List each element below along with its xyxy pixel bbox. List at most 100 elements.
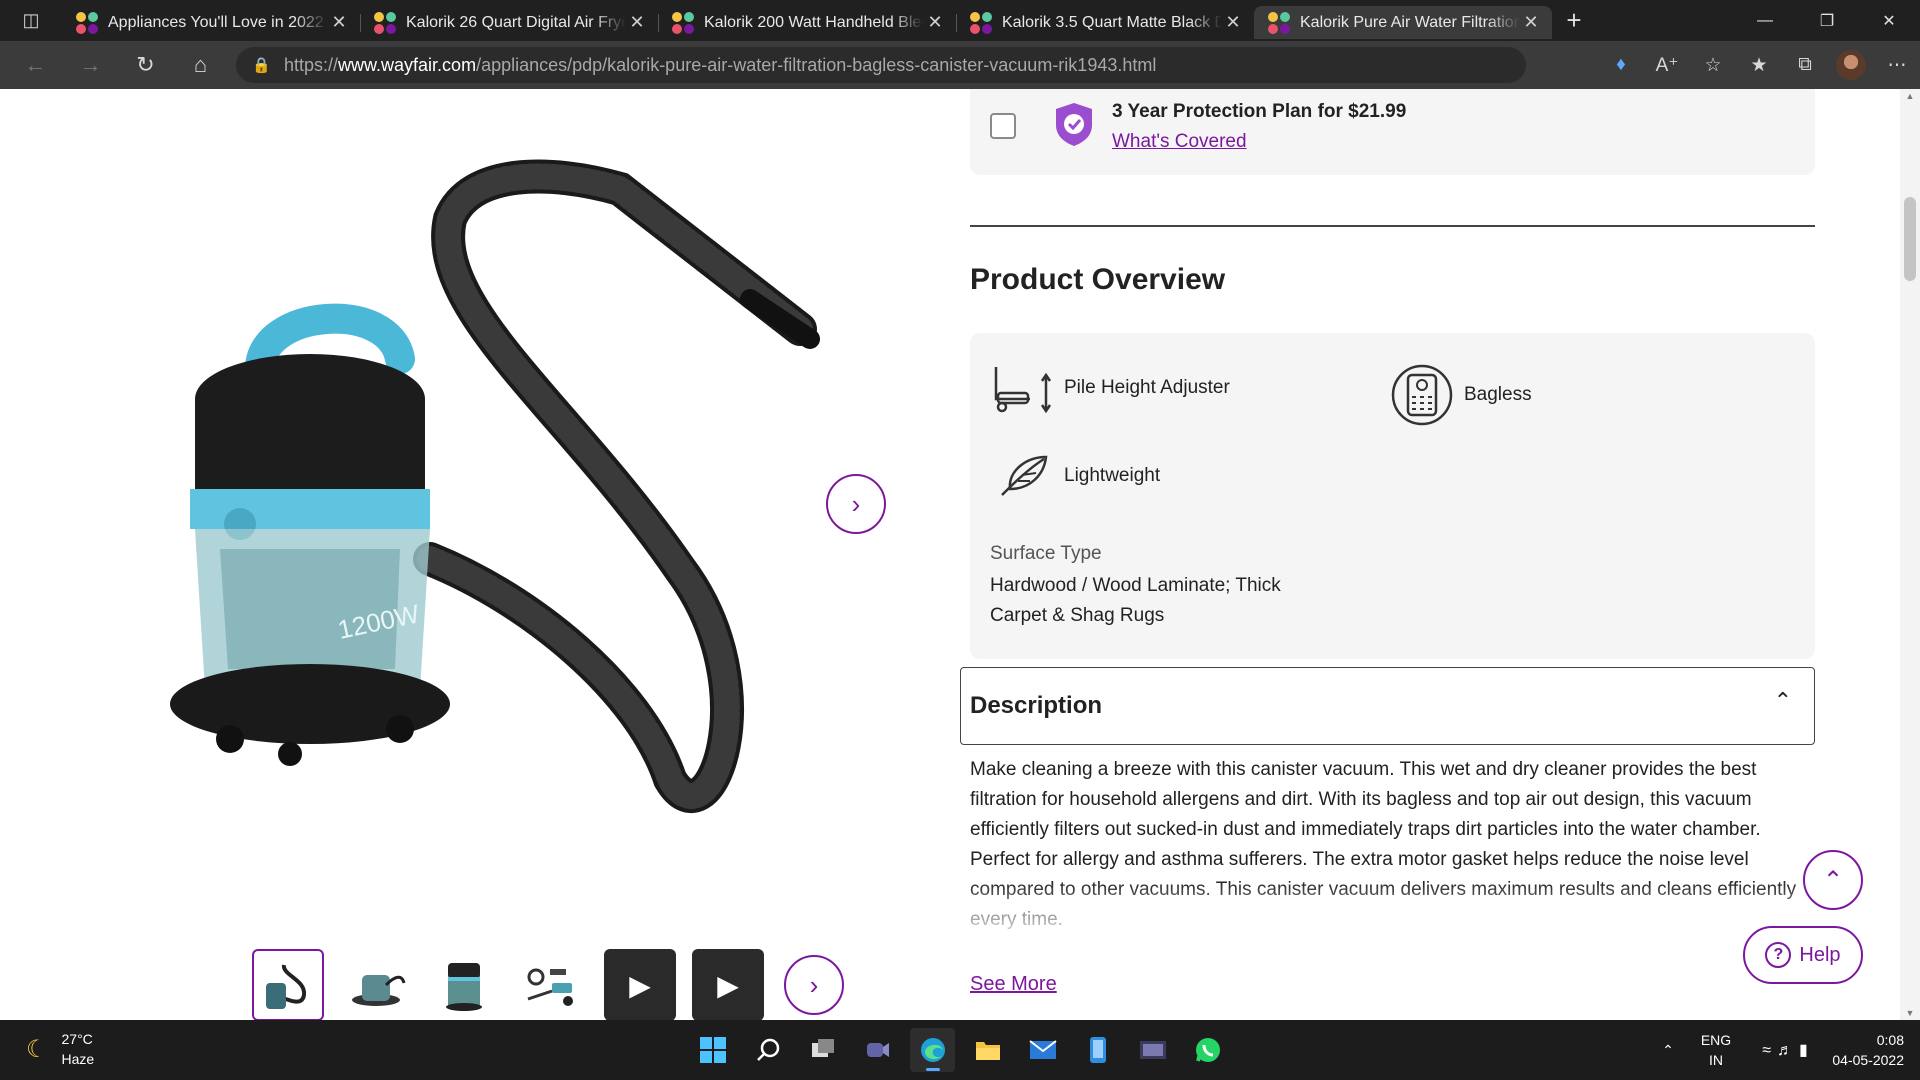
profile-avatar[interactable] (1836, 50, 1866, 80)
start-icon[interactable] (690, 1028, 735, 1072)
bagless-icon (1391, 364, 1453, 426)
app-window-icon[interactable] (1130, 1028, 1175, 1072)
help-label: Help (1799, 943, 1841, 966)
forward-icon[interactable]: → (63, 41, 118, 89)
feature-label: Lightweight (1064, 465, 1161, 486)
description-title: Description (970, 692, 1103, 719)
thumbnail-video-2[interactable]: ▶ (692, 949, 764, 1020)
task-view-icon[interactable] (800, 1028, 845, 1072)
product-overview-title: Product Overview (970, 263, 1226, 296)
gallery-next-button[interactable]: › (826, 474, 886, 534)
refresh-icon[interactable]: ↻ (118, 41, 173, 89)
product-main-image[interactable]: 1200W (150, 129, 830, 889)
thumbnail-2[interactable] (340, 949, 412, 1020)
network-volume-battery-icons[interactable]: ≈♬▮ (1746, 1040, 1830, 1060)
browser-tab[interactable]: Kalorik 3.5 Quart Matte Black Digital ✕ (956, 6, 1254, 39)
scroll-down-arrow-icon[interactable]: ▼ (1900, 1008, 1920, 1018)
restore-icon[interactable]: ❐ (1796, 0, 1858, 41)
search-icon[interactable] (745, 1028, 790, 1072)
protection-plan-box: 3 Year Protection Plan for $21.99 What's… (970, 89, 1815, 175)
tab-close-icon[interactable]: ✕ (1222, 12, 1244, 33)
clock[interactable]: 0:08 04-05-2022 (1830, 1030, 1920, 1070)
price-tag-icon[interactable]: ♦ (1598, 41, 1644, 89)
tab-close-icon[interactable]: ✕ (328, 12, 350, 33)
scrollbar-thumb[interactable] (1904, 197, 1916, 281)
add-favorite-icon[interactable]: ☆ (1690, 41, 1736, 89)
wayfair-favicon-icon (1268, 11, 1290, 34)
scroll-up-arrow-icon[interactable]: ▲ (1900, 91, 1920, 101)
browser-tab[interactable]: Kalorik 26 Quart Digital Air Fryer ✕ (360, 6, 658, 39)
tab-title: Appliances You'll Love in 2022 | Wayfair (108, 13, 328, 31)
shield-check-icon (1056, 103, 1092, 146)
feature-pile-height: Pile Height Adjuster (990, 363, 1230, 413)
more-options-icon[interactable]: ⋯ (1874, 41, 1920, 89)
tab-close-icon[interactable]: ✕ (1520, 12, 1542, 33)
weather-widget[interactable]: ☾ 27°C Haze (26, 1029, 94, 1069)
edge-browser-icon[interactable] (910, 1028, 955, 1072)
browser-tab[interactable]: Appliances You'll Love in 2022 | Wayfair… (62, 6, 360, 39)
feather-icon (1001, 455, 1048, 496)
home-icon[interactable]: ⌂ (173, 41, 228, 89)
see-more-link[interactable]: See More (970, 973, 1057, 996)
url-text: https://www.wayfair.com/appliances/pdp/k… (284, 54, 1157, 75)
protection-plan-title: 3 Year Protection Plan for $21.99 (1112, 101, 1407, 122)
protection-plan-checkbox[interactable] (990, 113, 1016, 139)
play-icon: ▶ (629, 969, 651, 1001)
windows-taskbar: ☾ 27°C Haze ⌃ ENG IN ≈♬▮ 0:08 04-05-2022 (0, 1020, 1920, 1080)
time-text: 0:08 (1876, 1032, 1904, 1048)
browser-tab[interactable]: Kalorik 200 Watt Handheld Blender ✕ (658, 6, 956, 39)
page-viewport: 1200W › ▶ ▶ › 3 Year Protection Plan for… (0, 89, 1920, 1020)
back-icon[interactable]: ← (8, 41, 63, 89)
minimize-icon[interactable]: — (1734, 0, 1796, 41)
help-button[interactable]: ? Help (1743, 926, 1863, 984)
thumbnail-video-1[interactable]: ▶ (604, 949, 676, 1020)
mail-icon[interactable] (1020, 1028, 1065, 1072)
phone-link-icon[interactable] (1075, 1028, 1120, 1072)
wayfair-favicon-icon (970, 11, 992, 34)
close-window-icon[interactable]: ✕ (1858, 0, 1920, 41)
weather-description: Haze (61, 1051, 95, 1067)
chevron-up-icon[interactable]: ⌃ (1774, 688, 1792, 714)
file-explorer-icon[interactable] (965, 1028, 1010, 1072)
lock-icon[interactable]: 🔒 (252, 56, 272, 74)
favorites-icon[interactable]: ★ (1736, 41, 1782, 89)
tab-actions-icon[interactable]: ◫ (0, 0, 62, 41)
whatsapp-icon[interactable] (1185, 1028, 1230, 1072)
address-bar[interactable]: 🔒 https://www.wayfair.com/appliances/pdp… (236, 47, 1526, 83)
tab-close-icon[interactable]: ✕ (924, 12, 946, 33)
browser-tab-active[interactable]: Kalorik Pure Air Water Filtration Bagles… (1254, 6, 1552, 39)
read-aloud-icon[interactable]: A⁺ (1644, 41, 1690, 89)
thumbnail-1[interactable] (252, 949, 324, 1020)
surface-type-label: Surface Type (990, 543, 1102, 564)
collections-icon[interactable]: ⧉ (1782, 41, 1828, 89)
chevron-up-icon[interactable]: ⌃ (1650, 1042, 1686, 1059)
thumbnails-next-button[interactable]: › (784, 955, 844, 1015)
teams-chat-icon[interactable] (855, 1028, 900, 1072)
tab-close-icon[interactable]: ✕ (626, 12, 648, 33)
thumbnail-3[interactable] (428, 949, 500, 1020)
page-scrollbar[interactable]: ▲ ▼ (1900, 89, 1920, 1020)
feature-bagless: Bagless (1390, 363, 1532, 427)
feature-lightweight: Lightweight (990, 451, 1160, 501)
thumbnail-4[interactable] (516, 949, 588, 1020)
feature-label: Pile Height Adjuster (1064, 377, 1230, 398)
weather-temperature: 27°C (61, 1031, 93, 1047)
description-text: Make cleaning a breeze with this caniste… (970, 759, 1797, 930)
wayfair-favicon-icon (76, 11, 98, 34)
toolbar-actions: ♦ A⁺ ☆ ★ ⧉ ⋯ (1598, 41, 1920, 89)
language-indicator[interactable]: ENG IN (1686, 1030, 1746, 1070)
system-tray: ⌃ ENG IN ≈♬▮ 0:08 04-05-2022 (1650, 1020, 1920, 1080)
whats-covered-link[interactable]: What's Covered (1112, 131, 1247, 153)
description-accordion-header[interactable]: Description ⌃ (960, 667, 1815, 745)
new-tab-button[interactable]: + (1552, 5, 1596, 36)
browser-toolbar: ← → ↻ ⌂ 🔒 https://www.wayfair.com/applia… (0, 41, 1920, 89)
question-icon: ? (1765, 942, 1792, 968)
tab-title: Kalorik 200 Watt Handheld Blender (704, 13, 924, 31)
wayfair-favicon-icon (374, 11, 396, 34)
product-overview-box: Pile Height Adjuster Bagless Lightweight… (970, 333, 1815, 659)
thumbnail-strip: ▶ ▶ › (252, 949, 844, 1020)
date-text: 04-05-2022 (1832, 1052, 1904, 1068)
browser-tab-strip: ◫ Appliances You'll Love in 2022 | Wayfa… (0, 0, 1920, 41)
scroll-to-top-button[interactable]: ⌃ (1803, 850, 1863, 910)
tab-title: Kalorik Pure Air Water Filtration Bagles… (1300, 13, 1520, 31)
